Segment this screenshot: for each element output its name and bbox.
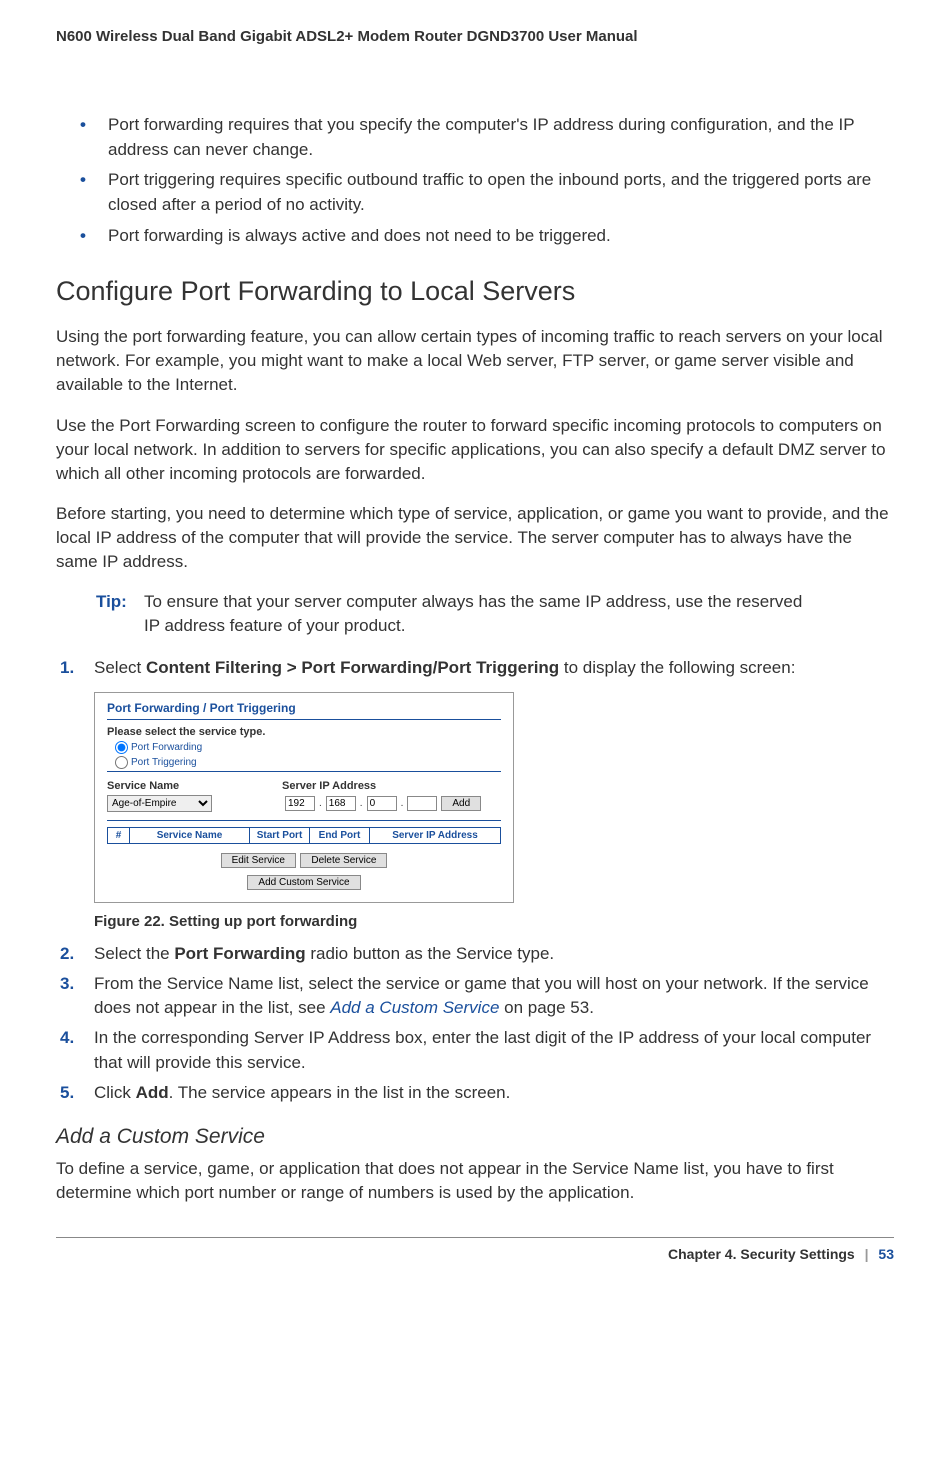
divider xyxy=(107,719,501,720)
th-start-port: Start Port xyxy=(250,828,310,844)
button-row-2: Add Custom Service xyxy=(107,872,501,890)
figure-block: Port Forwarding / Port Triggering Please… xyxy=(94,692,894,930)
text-span: to display the following screen: xyxy=(559,658,795,677)
text-bold: Port Forwarding xyxy=(174,944,305,963)
page-footer: Chapter 4. Security Settings | 53 xyxy=(56,1237,894,1262)
step-text: Select the Port Forwarding radio button … xyxy=(94,942,894,966)
section-heading: Configure Port Forwarding to Local Serve… xyxy=(56,276,894,307)
step-text: Select Content Filtering > Port Forwardi… xyxy=(94,656,894,680)
bullet-item: • Port triggering requires specific outb… xyxy=(80,168,894,217)
footer-separator: | xyxy=(865,1246,869,1262)
ip-octet-3[interactable] xyxy=(367,796,397,811)
screenshot-panel: Port Forwarding / Port Triggering Please… xyxy=(94,692,514,903)
service-name-select[interactable]: Age-of-Empire xyxy=(107,795,212,812)
body-paragraph: Using the port forwarding feature, you c… xyxy=(56,325,894,397)
th-number: # xyxy=(108,828,130,844)
ip-octet-2[interactable] xyxy=(326,796,356,811)
delete-service-button[interactable]: Delete Service xyxy=(300,853,387,868)
text-span: Select xyxy=(94,658,146,677)
text-span: radio button as the Service type. xyxy=(306,944,555,963)
divider xyxy=(107,771,501,772)
bullet-text: Port forwarding is always active and doe… xyxy=(108,224,611,249)
step-number: 1. xyxy=(60,656,94,680)
th-service-name: Service Name xyxy=(130,828,250,844)
radio-port-forwarding[interactable]: Port Forwarding xyxy=(115,741,501,754)
step-item-4: 4. In the corresponding Server IP Addres… xyxy=(60,1026,894,1074)
tip-label: Tip: xyxy=(96,590,144,638)
button-row-1: Edit Service Delete Service xyxy=(107,850,501,868)
service-name-label: Service Name xyxy=(107,780,282,792)
ip-dot: . xyxy=(319,798,322,809)
step-number: 2. xyxy=(60,942,94,966)
server-ip-label: Server IP Address xyxy=(282,780,376,792)
step-item-5: 5. Click Add. The service appears in the… xyxy=(60,1081,894,1105)
step-text: From the Service Name list, select the s… xyxy=(94,972,894,1020)
figure-caption: Figure 22. Setting up port forwarding xyxy=(94,913,894,930)
text-span: . The service appears in the list in the… xyxy=(169,1083,511,1102)
radio-input-pt[interactable] xyxy=(115,756,128,769)
add-custom-service-button[interactable]: Add Custom Service xyxy=(247,875,360,890)
subsection-heading: Add a Custom Service xyxy=(56,1125,894,1149)
ip-dot: . xyxy=(401,798,404,809)
cross-reference-link[interactable]: Add a Custom Service xyxy=(330,998,499,1017)
footer-chapter: Chapter 4. Security Settings xyxy=(668,1246,855,1262)
divider xyxy=(107,820,501,821)
bullet-marker-icon: • xyxy=(80,113,108,162)
radio-label: Port Triggering xyxy=(131,757,197,768)
bullet-item: • Port forwarding is always active and d… xyxy=(80,224,894,249)
text-span: Select the xyxy=(94,944,174,963)
step-list: 1. Select Content Filtering > Port Forwa… xyxy=(60,656,894,680)
controls-header-row: Service Name Server IP Address xyxy=(107,780,501,792)
body-paragraph: Use the Port Forwarding screen to config… xyxy=(56,414,894,486)
step-item-2: 2. Select the Port Forwarding radio butt… xyxy=(60,942,894,966)
step-item-3: 3. From the Service Name list, select th… xyxy=(60,972,894,1020)
document-header: N600 Wireless Dual Band Gigabit ADSL2+ M… xyxy=(56,28,894,45)
table-header-row: # Service Name Start Port End Port Serve… xyxy=(108,828,501,844)
text-span: on page 53. xyxy=(499,998,594,1017)
step-text: In the corresponding Server IP Address b… xyxy=(94,1026,894,1074)
controls-row: Age-of-Empire . . . Add xyxy=(107,795,501,812)
select-service-label: Please select the service type. xyxy=(107,726,501,738)
bullet-text: Port forwarding requires that you specif… xyxy=(108,113,894,162)
th-end-port: End Port xyxy=(310,828,370,844)
bullet-item: • Port forwarding requires that you spec… xyxy=(80,113,894,162)
step-number: 3. xyxy=(60,972,94,1020)
body-paragraph: To define a service, game, or applicatio… xyxy=(56,1157,894,1205)
step-number: 5. xyxy=(60,1081,94,1105)
forwarding-table: # Service Name Start Port End Port Serve… xyxy=(107,827,501,844)
tip-block: Tip: To ensure that your server computer… xyxy=(96,590,894,638)
tip-text: To ensure that your server computer alwa… xyxy=(144,590,894,638)
ip-octet-1[interactable] xyxy=(285,796,315,811)
radio-input-pf[interactable] xyxy=(115,741,128,754)
bullet-text: Port triggering requires specific outbou… xyxy=(108,168,894,217)
footer-page-number: 53 xyxy=(878,1246,894,1262)
edit-service-button[interactable]: Edit Service xyxy=(221,853,296,868)
add-button[interactable]: Add xyxy=(441,796,481,811)
step-item-1: 1. Select Content Filtering > Port Forwa… xyxy=(60,656,894,680)
step-text: Click Add. The service appears in the li… xyxy=(94,1081,894,1105)
ip-dot: . xyxy=(360,798,363,809)
step-number: 4. xyxy=(60,1026,94,1074)
bullet-marker-icon: • xyxy=(80,168,108,217)
bullet-marker-icon: • xyxy=(80,224,108,249)
radio-label: Port Forwarding xyxy=(131,742,202,753)
text-bold: Add xyxy=(136,1083,169,1102)
body-paragraph: Before starting, you need to determine w… xyxy=(56,502,894,574)
text-span: Click xyxy=(94,1083,136,1102)
step-list-cont: 2. Select the Port Forwarding radio butt… xyxy=(60,942,894,1105)
th-server-ip: Server IP Address xyxy=(370,828,501,844)
radio-port-triggering[interactable]: Port Triggering xyxy=(115,756,501,769)
ip-octet-4[interactable] xyxy=(407,796,437,811)
intro-bullets: • Port forwarding requires that you spec… xyxy=(80,113,894,248)
panel-title: Port Forwarding / Port Triggering xyxy=(107,701,501,715)
text-bold: Content Filtering > Port Forwarding/Port… xyxy=(146,658,559,677)
